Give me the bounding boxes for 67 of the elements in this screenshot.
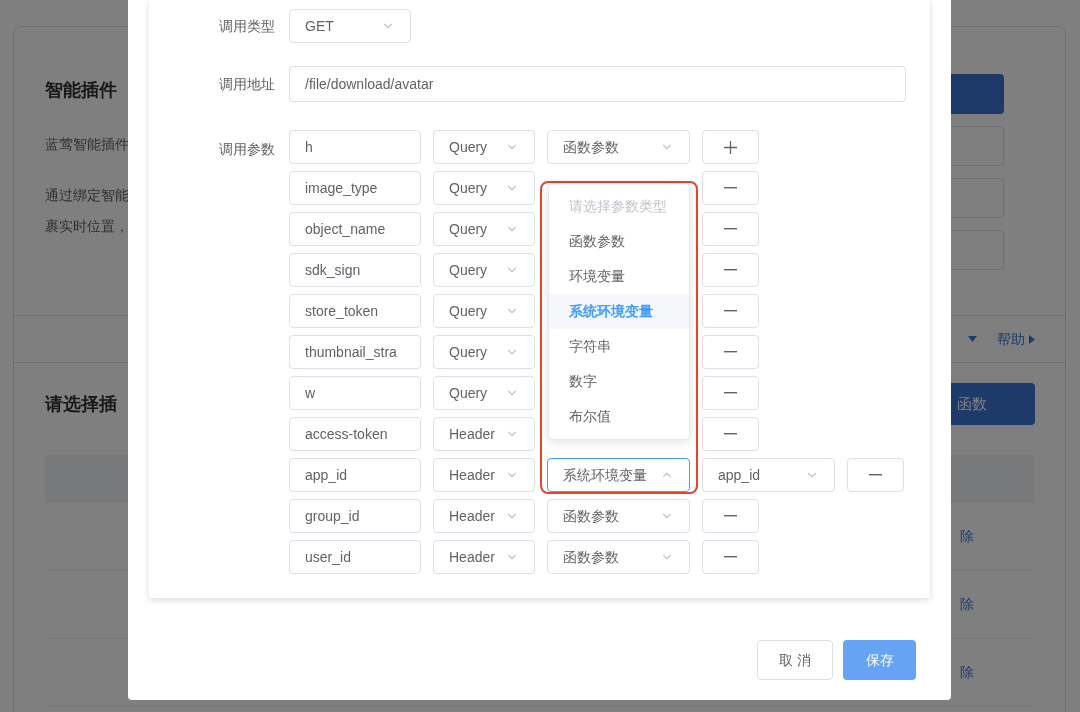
remove-button[interactable]: [702, 294, 759, 328]
param-name-field[interactable]: app_id: [289, 458, 421, 492]
address-field[interactable]: /file/download/avatar: [289, 66, 906, 102]
param-name-field[interactable]: group_id: [289, 499, 421, 533]
remove-button[interactable]: [702, 540, 759, 574]
location-select[interactable]: Header: [433, 499, 535, 533]
source-select[interactable]: 函数参数: [547, 540, 690, 574]
dropdown-option[interactable]: 函数参数: [549, 224, 689, 259]
minus-icon: [869, 474, 882, 476]
minus-icon: [724, 515, 737, 517]
param-name-field[interactable]: sdk_sign: [289, 253, 421, 287]
dropdown-option[interactable]: 布尔值: [549, 399, 689, 434]
location-select[interactable]: Query: [433, 335, 535, 369]
location-select[interactable]: Header: [433, 458, 535, 492]
minus-icon: [724, 310, 737, 312]
param-name-field[interactable]: store_token: [289, 294, 421, 328]
env-select[interactable]: app_id: [702, 458, 835, 492]
remove-button[interactable]: [702, 376, 759, 410]
plus-icon: [724, 140, 737, 154]
dropdown-option[interactable]: 环境变量: [549, 259, 689, 294]
param-name-field[interactable]: image_type: [289, 171, 421, 205]
location-select[interactable]: Query: [433, 212, 535, 246]
source-select[interactable]: 系统环境变量: [547, 458, 690, 492]
field-label: 调用参数: [219, 140, 276, 159]
cancel-button[interactable]: 取 消: [757, 640, 833, 680]
remove-button[interactable]: [702, 335, 759, 369]
remove-button[interactable]: [702, 212, 759, 246]
dropdown-option[interactable]: 字符串: [549, 329, 689, 364]
caret-right-icon: [1029, 334, 1035, 344]
remove-button[interactable]: [702, 417, 759, 451]
minus-icon: [724, 228, 737, 230]
minus-icon: [724, 269, 737, 271]
section-title: 请选择插: [45, 392, 117, 416]
param-name-field[interactable]: h: [289, 130, 421, 164]
remove-button[interactable]: [702, 499, 759, 533]
minus-icon: [724, 187, 737, 189]
location-select[interactable]: Query: [433, 130, 535, 164]
param-name-field[interactable]: w: [289, 376, 421, 410]
location-select[interactable]: Query: [433, 294, 535, 328]
section-title: 智能插件: [45, 79, 118, 102]
add-button[interactable]: [702, 130, 759, 164]
method-select[interactable]: GET: [289, 9, 411, 43]
source-select[interactable]: 函数参数: [547, 130, 690, 164]
source-select[interactable]: 函数参数: [547, 499, 690, 533]
description-text: 裹实时位置，: [45, 217, 129, 236]
dropdown-option[interactable]: 数字: [549, 364, 689, 399]
remove-button[interactable]: [847, 458, 904, 492]
param-name-field[interactable]: user_id: [289, 540, 421, 574]
field-label: 调用地址: [219, 74, 276, 94]
location-select[interactable]: Query: [433, 376, 535, 410]
minus-icon: [724, 556, 737, 558]
location-select[interactable]: Query: [433, 171, 535, 205]
description-text: 蓝莺智能插件: [45, 135, 129, 154]
minus-icon: [724, 433, 737, 435]
description-text: 通过绑定智能: [45, 186, 129, 205]
param-name-field[interactable]: access-token: [289, 417, 421, 451]
param-name-field[interactable]: object_name: [289, 212, 421, 246]
remove-button[interactable]: [702, 171, 759, 205]
minus-icon: [724, 392, 737, 394]
param-name-field[interactable]: thumbnail_stra: [289, 335, 421, 369]
minus-icon: [724, 351, 737, 353]
location-select[interactable]: Header: [433, 417, 535, 451]
field-label: 调用类型: [219, 16, 276, 36]
remove-button[interactable]: [702, 253, 759, 287]
location-select[interactable]: Header: [433, 540, 535, 574]
caret-down-icon: [968, 336, 977, 342]
location-select[interactable]: Query: [433, 253, 535, 287]
